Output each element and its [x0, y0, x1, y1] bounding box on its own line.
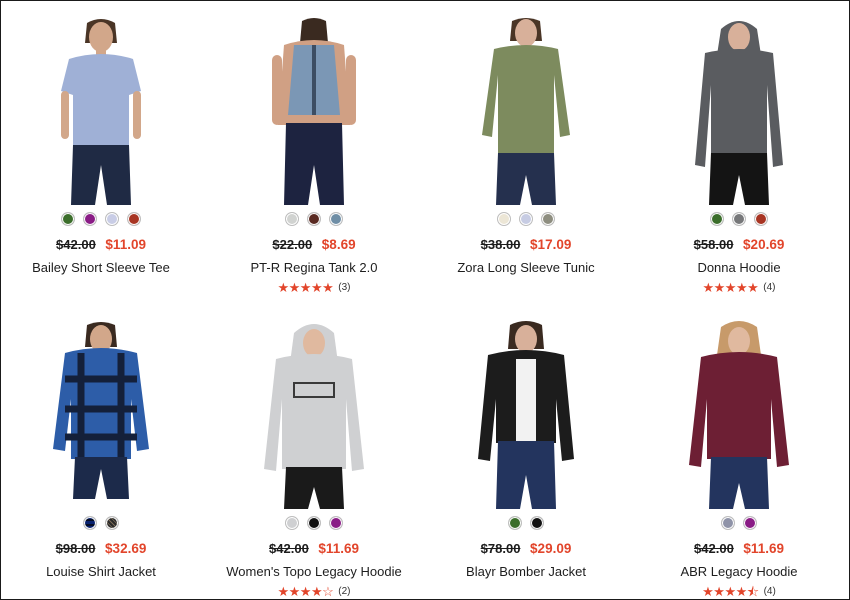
- product-card[interactable]: $42.00 $11.69 Women's Topo Legacy Hoodie…: [214, 319, 414, 599]
- product-name[interactable]: ABR Legacy Hoodie: [639, 564, 839, 579]
- price-block: $42.00 $11.69: [639, 541, 839, 556]
- review-count: (3): [338, 282, 351, 293]
- product-grid-frame: $42.00 $11.09 Bailey Short Sleeve Tee $2…: [0, 0, 850, 600]
- product-card[interactable]: $98.00 $32.69 Louise Shirt Jacket: [1, 319, 201, 599]
- color-swatch[interactable]: [285, 212, 299, 226]
- rating[interactable]: ★★★★☆ (2): [214, 585, 414, 598]
- sale-price: $11.69: [318, 541, 359, 556]
- color-swatch[interactable]: [497, 212, 511, 226]
- color-swatch[interactable]: [721, 516, 735, 530]
- color-swatches: [639, 516, 839, 530]
- original-price: $42.00: [269, 541, 309, 556]
- color-swatch[interactable]: [329, 516, 343, 530]
- product-image[interactable]: [11, 15, 191, 205]
- review-count: (4): [763, 586, 776, 597]
- price-block: $38.00 $17.09: [426, 237, 626, 252]
- color-swatch[interactable]: [83, 212, 97, 226]
- product-image[interactable]: [649, 319, 829, 509]
- rating[interactable]: ★★★★★ (4): [639, 281, 839, 294]
- color-swatches: [1, 516, 201, 530]
- color-swatch[interactable]: [732, 212, 746, 226]
- color-swatch[interactable]: [285, 516, 299, 530]
- color-swatch[interactable]: [743, 516, 757, 530]
- product-name[interactable]: PT-R Regina Tank 2.0: [214, 260, 414, 275]
- sale-price: $32.69: [105, 541, 147, 556]
- product-image[interactable]: [649, 15, 829, 205]
- color-swatch[interactable]: [61, 212, 75, 226]
- product-card[interactable]: $38.00 $17.09 Zora Long Sleeve Tunic: [426, 15, 626, 315]
- color-swatch[interactable]: [508, 516, 522, 530]
- product-card[interactable]: $78.00 $29.09 Blayr Bomber Jacket: [426, 319, 626, 599]
- rating-stars: ★★★★⯪: [702, 584, 759, 599]
- price-block: $58.00 $20.69: [639, 237, 839, 252]
- color-swatches: [426, 212, 626, 226]
- product-name[interactable]: Women's Topo Legacy Hoodie: [214, 564, 414, 579]
- color-swatches: [639, 212, 839, 226]
- product-image[interactable]: [11, 319, 191, 509]
- product-name[interactable]: Zora Long Sleeve Tunic: [426, 260, 626, 275]
- product-name[interactable]: Bailey Short Sleeve Tee: [1, 260, 201, 275]
- review-count: (2): [338, 586, 351, 597]
- product-name[interactable]: Blayr Bomber Jacket: [426, 564, 626, 579]
- color-swatch[interactable]: [307, 516, 321, 530]
- color-swatch[interactable]: [329, 212, 343, 226]
- product-image[interactable]: [224, 319, 404, 509]
- sale-price: $8.69: [321, 237, 356, 252]
- sale-price: $20.69: [743, 237, 785, 252]
- rating[interactable]: ★★★★⯪ (4): [639, 585, 839, 598]
- original-price: $22.00: [272, 237, 313, 252]
- color-swatch[interactable]: [530, 516, 544, 530]
- price-block: $42.00 $11.69: [214, 541, 414, 556]
- rating-stars: ★★★★★: [277, 280, 334, 295]
- original-price: $98.00: [55, 541, 96, 556]
- color-swatch[interactable]: [754, 212, 768, 226]
- price-block: $78.00 $29.09: [426, 541, 626, 556]
- color-swatches: [1, 212, 201, 226]
- color-swatches: [214, 516, 414, 530]
- product-card[interactable]: $42.00 $11.69 ABR Legacy Hoodie ★★★★⯪ (4…: [639, 319, 839, 599]
- product-image[interactable]: [436, 319, 616, 509]
- product-name[interactable]: Louise Shirt Jacket: [1, 564, 201, 579]
- product-name[interactable]: Donna Hoodie: [639, 260, 839, 275]
- color-swatches: [214, 212, 414, 226]
- product-image[interactable]: [436, 15, 616, 205]
- original-price: $42.00: [694, 541, 734, 556]
- sale-price: $29.09: [530, 541, 572, 556]
- sale-price: $11.09: [105, 237, 146, 252]
- color-swatch[interactable]: [83, 516, 97, 530]
- price-block: $22.00 $8.69: [214, 237, 414, 252]
- color-swatch[interactable]: [307, 212, 321, 226]
- original-price: $58.00: [693, 237, 734, 252]
- original-price: $42.00: [56, 237, 96, 252]
- sale-price: $17.09: [530, 237, 572, 252]
- sale-price: $11.69: [743, 541, 784, 556]
- color-swatches: [426, 516, 626, 530]
- review-count: (4): [763, 282, 776, 293]
- rating-stars: ★★★★☆: [277, 584, 334, 599]
- color-swatch[interactable]: [127, 212, 141, 226]
- product-card[interactable]: $58.00 $20.69 Donna Hoodie ★★★★★ (4): [639, 15, 839, 315]
- rating[interactable]: ★★★★★ (3): [214, 281, 414, 294]
- color-swatch[interactable]: [541, 212, 555, 226]
- color-swatch[interactable]: [519, 212, 533, 226]
- price-block: $42.00 $11.09: [1, 237, 201, 252]
- original-price: $78.00: [480, 541, 521, 556]
- product-image[interactable]: [224, 15, 404, 205]
- product-card[interactable]: $22.00 $8.69 PT-R Regina Tank 2.0 ★★★★★ …: [214, 15, 414, 315]
- color-swatch[interactable]: [105, 516, 119, 530]
- original-price: $38.00: [480, 237, 521, 252]
- product-card[interactable]: $42.00 $11.09 Bailey Short Sleeve Tee: [1, 15, 201, 315]
- price-block: $98.00 $32.69: [1, 541, 201, 556]
- rating-stars: ★★★★★: [702, 280, 759, 295]
- color-swatch[interactable]: [710, 212, 724, 226]
- product-grid: $42.00 $11.09 Bailey Short Sleeve Tee $2…: [1, 1, 849, 599]
- color-swatch[interactable]: [105, 212, 119, 226]
